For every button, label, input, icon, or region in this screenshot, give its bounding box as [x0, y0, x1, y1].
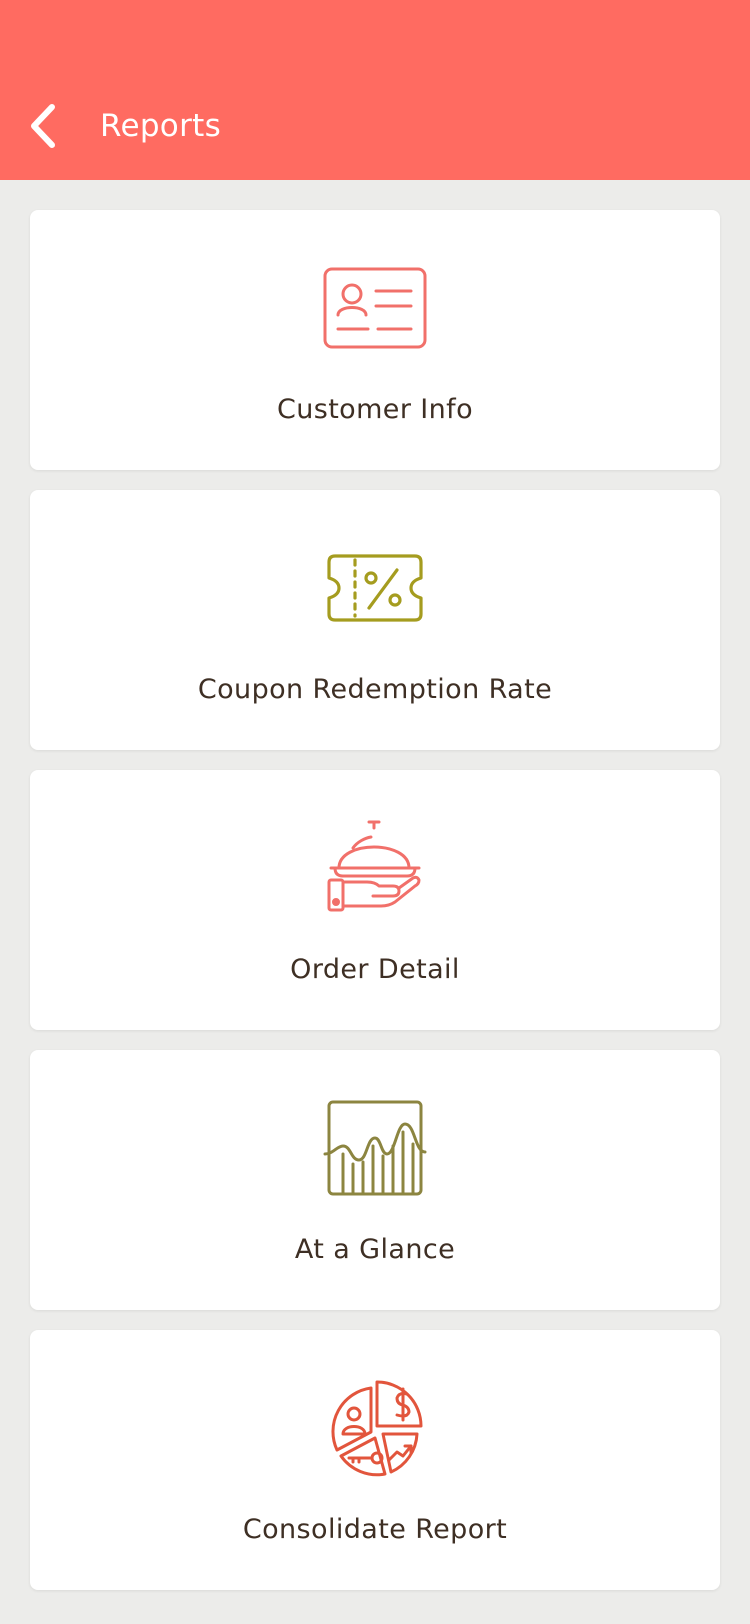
- report-label: Order Detail: [290, 954, 460, 985]
- report-card-order-detail[interactable]: Order Detail: [30, 770, 720, 1030]
- serving-cloche-icon: [320, 818, 430, 918]
- report-label: Coupon Redemption Rate: [197, 674, 553, 705]
- report-label: Customer Info: [276, 394, 474, 425]
- page-title: Reports: [100, 108, 222, 144]
- back-button[interactable]: [18, 96, 68, 156]
- report-list: Customer Info Coupon Redemption Rate Ord…: [30, 210, 720, 1610]
- report-card-customer-info[interactable]: Customer Info: [30, 210, 720, 470]
- report-card-consolidate-report[interactable]: Consolidate Report: [30, 1330, 720, 1590]
- id-card-icon: [320, 258, 430, 358]
- pie-chart-report-icon: [320, 1378, 430, 1478]
- report-card-at-a-glance[interactable]: At a Glance: [30, 1050, 720, 1310]
- analytics-chart-icon: [320, 1098, 430, 1198]
- coupon-percent-icon: [320, 538, 430, 638]
- report-card-coupon-redemption-rate[interactable]: Coupon Redemption Rate: [30, 490, 720, 750]
- report-label: At a Glance: [294, 1234, 456, 1265]
- report-label: Consolidate Report: [242, 1514, 508, 1545]
- app-header: Reports: [0, 0, 750, 180]
- chevron-left-icon: [31, 104, 55, 148]
